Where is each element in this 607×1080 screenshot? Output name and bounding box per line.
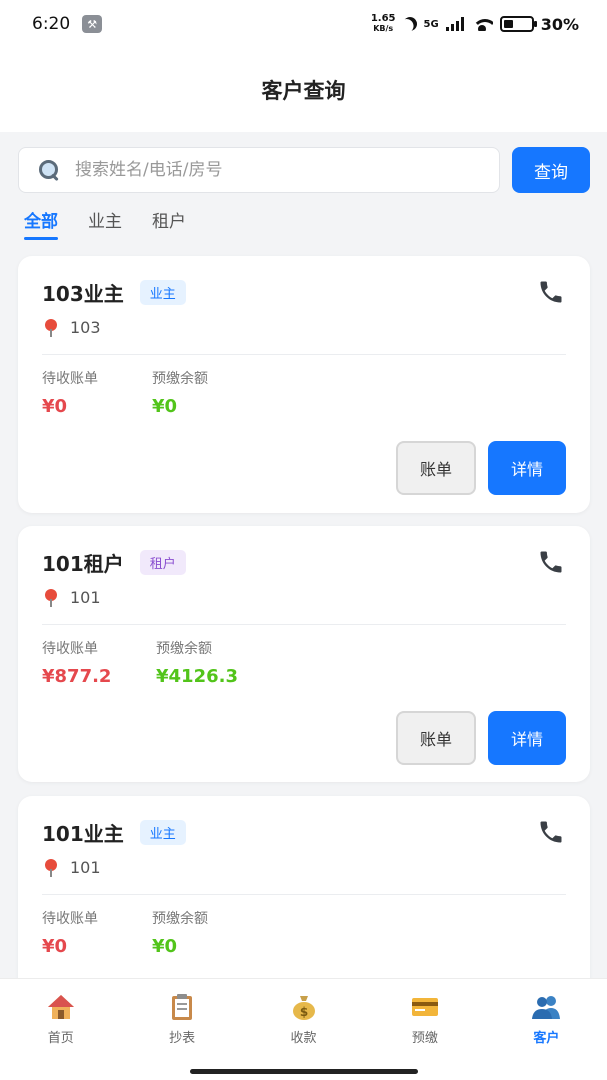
pending-bills-value: ¥0 [42,396,68,417]
search-box[interactable] [18,147,500,193]
customer-type-badge: 租户 [139,550,186,575]
bottom-nav: 首页 抄表 $ 收款 预缴 客户 [0,978,607,1080]
prepaid-balance-value: ¥4126.3 [156,666,238,687]
customer-room: 101 [70,588,101,607]
tab-tenant[interactable]: 租户 [152,207,186,240]
divider [42,354,566,355]
customer-card[interactable]: 101租户 租户 101 待收账单 ¥877.2 预缴余额 ¥4126.3 账单… [18,526,590,782]
detail-button[interactable]: 详情 [488,441,566,495]
wrench-icon: ⚒ [82,15,103,33]
nav-label: 预缴 [411,1030,438,1046]
page-title: 客户查询 [261,79,346,103]
customer-type-badge: 业主 [139,280,186,305]
pending-bills-label: 待收账单 [42,911,98,927]
battery-percent: 30% [540,14,579,34]
customer-name: 103业主 [42,282,124,306]
detail-button[interactable]: 详情 [488,711,566,765]
signal-icon [445,17,464,31]
prepaid-balance-label: 预缴余额 [152,371,208,387]
nav-item-prepay[interactable]: 预缴 [364,979,485,1059]
pending-bills-label: 待收账单 [42,371,98,387]
nav-item-collection[interactable]: $ 收款 [243,979,364,1059]
customer-room: 101 [70,858,101,877]
pending-bills-label: 待收账单 [42,641,98,657]
customer-room: 103 [70,318,101,337]
clipboard-icon [172,993,193,1020]
prepaid-balance-label: 预缴余额 [156,641,212,657]
battery-icon [499,16,537,32]
search-input[interactable] [75,160,499,180]
house-icon [47,994,74,1019]
pending-bills: 待收账单 ¥0 [42,908,98,957]
prepaid-balance: 预缴余额 ¥0 [152,908,208,957]
search-button[interactable]: 查询 [512,147,590,193]
network-type: 5G [423,18,439,30]
credit-card-icon [411,997,438,1016]
pending-bills-value: ¥877.2 [42,666,112,687]
nav-label: 抄表 [169,1030,196,1046]
nav-label: 收款 [290,1030,317,1046]
search-row: 查询 [18,147,590,193]
location-pin-icon [44,318,58,337]
nav-item-home[interactable]: 首页 [0,979,121,1059]
users-icon [532,995,561,1019]
divider [42,624,566,625]
customer-type-badge: 业主 [139,820,186,845]
tab-owner[interactable]: 业主 [88,207,122,240]
status-bar: 6:20 ⚒ 1.65 KB/s 5G 30% [0,0,607,48]
search-icon [37,158,61,182]
nav-item-customers[interactable]: 客户 [486,979,607,1059]
customer-card[interactable]: 103业主 业主 103 待收账单 ¥0 预缴余额 ¥0 账单 详情 [18,256,590,513]
location-pin-icon [44,858,58,877]
svg-text:$: $ [299,1005,307,1019]
customer-name: 101业主 [42,822,124,846]
divider [42,894,566,895]
bill-button[interactable]: 账单 [396,441,476,495]
phone-icon[interactable] [536,818,566,846]
status-time: 6:20 [32,14,71,34]
money-bag-icon: $ [292,995,315,1020]
location-pin-icon [44,588,58,607]
prepaid-balance: 预缴余额 ¥0 [152,368,208,417]
prepaid-balance-value: ¥0 [152,936,178,957]
home-indicator[interactable] [190,1069,418,1074]
nav-label: 首页 [47,1030,74,1046]
page-header: 客户查询 [0,48,607,132]
bill-button[interactable]: 账单 [396,711,476,765]
moon-icon [400,14,419,33]
filter-tabs: 全部 业主 租户 [24,207,186,240]
phone-icon[interactable] [536,278,566,306]
wifi-icon [471,17,493,31]
network-speed: 1.65 KB/s [370,13,396,34]
tab-all[interactable]: 全部 [24,207,58,240]
prepaid-balance: 预缴余额 ¥4126.3 [156,638,238,687]
nav-item-meter-reading[interactable]: 抄表 [121,979,242,1059]
nav-label: 客户 [533,1030,560,1046]
customer-name: 101租户 [42,552,124,576]
prepaid-balance-label: 预缴余额 [152,911,208,927]
pending-bills-value: ¥0 [42,936,68,957]
pending-bills: 待收账单 ¥0 [42,368,98,417]
prepaid-balance-value: ¥0 [152,396,178,417]
pending-bills: 待收账单 ¥877.2 [42,638,111,687]
phone-icon[interactable] [536,548,566,576]
